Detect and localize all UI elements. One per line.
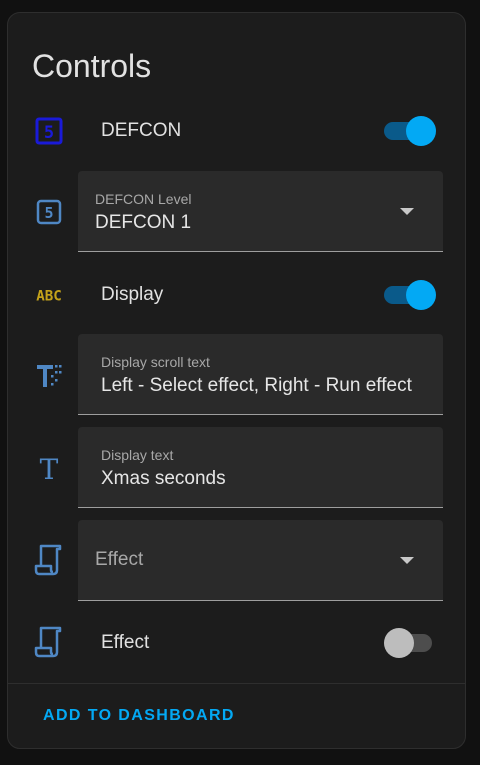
defcon-level-select[interactable]: DEFCON Level DEFCON 1 bbox=[78, 171, 443, 252]
svg-text:T: T bbox=[40, 453, 59, 483]
effect-toggle[interactable] bbox=[384, 627, 436, 658]
effect-select-placeholder: Effect bbox=[95, 549, 144, 570]
defcon-5-icon: 5 bbox=[32, 114, 66, 148]
script-icon bbox=[32, 543, 66, 577]
numeric-5-box-icon: 5 bbox=[32, 195, 66, 229]
display-text-value: Xmas seconds bbox=[101, 468, 226, 489]
card-divider bbox=[8, 683, 465, 684]
display-scroll-text-value: Left - Select effect, Right - Run effect bbox=[101, 375, 412, 396]
row-effect-switch: Effect bbox=[8, 625, 465, 661]
display-toggle[interactable] bbox=[384, 279, 436, 310]
add-to-dashboard-button[interactable]: ADD TO DASHBOARD bbox=[43, 707, 235, 725]
chevron-down-icon bbox=[400, 557, 414, 564]
chevron-down-icon bbox=[400, 208, 414, 215]
format-text-icon: T bbox=[32, 451, 66, 485]
toggle-knob bbox=[384, 628, 414, 658]
toggle-knob bbox=[406, 116, 436, 146]
svg-text:5: 5 bbox=[44, 123, 54, 143]
controls-card: Controls 5 DEFCON 5 DEFCON Level DEFCON … bbox=[7, 12, 466, 749]
row-defcon-switch: 5 DEFCON bbox=[8, 113, 465, 149]
effect-switch-label: Effect bbox=[101, 632, 150, 653]
display-text-field[interactable]: Display text Xmas seconds bbox=[78, 427, 443, 508]
defcon-level-label: DEFCON Level bbox=[95, 191, 192, 207]
display-text-label: Display text bbox=[101, 447, 174, 463]
display-scroll-text-label: Display scroll text bbox=[101, 354, 210, 370]
defcon-level-value: DEFCON 1 bbox=[95, 212, 192, 233]
display-scroll-text-field[interactable]: Display scroll text Left - Select effect… bbox=[78, 334, 443, 415]
format-text-scroll-icon bbox=[32, 359, 66, 393]
defcon-toggle[interactable] bbox=[384, 115, 436, 146]
svg-text:ABC: ABC bbox=[36, 289, 62, 305]
card-title: Controls bbox=[32, 48, 152, 84]
row-display-switch: ABC Display bbox=[8, 277, 465, 313]
script-icon bbox=[32, 625, 66, 659]
effect-select[interactable]: Effect bbox=[78, 520, 443, 601]
svg-text:5: 5 bbox=[44, 204, 53, 222]
display-switch-label: Display bbox=[101, 284, 164, 305]
alphabetical-icon: ABC bbox=[32, 278, 66, 312]
defcon-switch-label: DEFCON bbox=[101, 120, 182, 141]
toggle-knob bbox=[406, 280, 436, 310]
